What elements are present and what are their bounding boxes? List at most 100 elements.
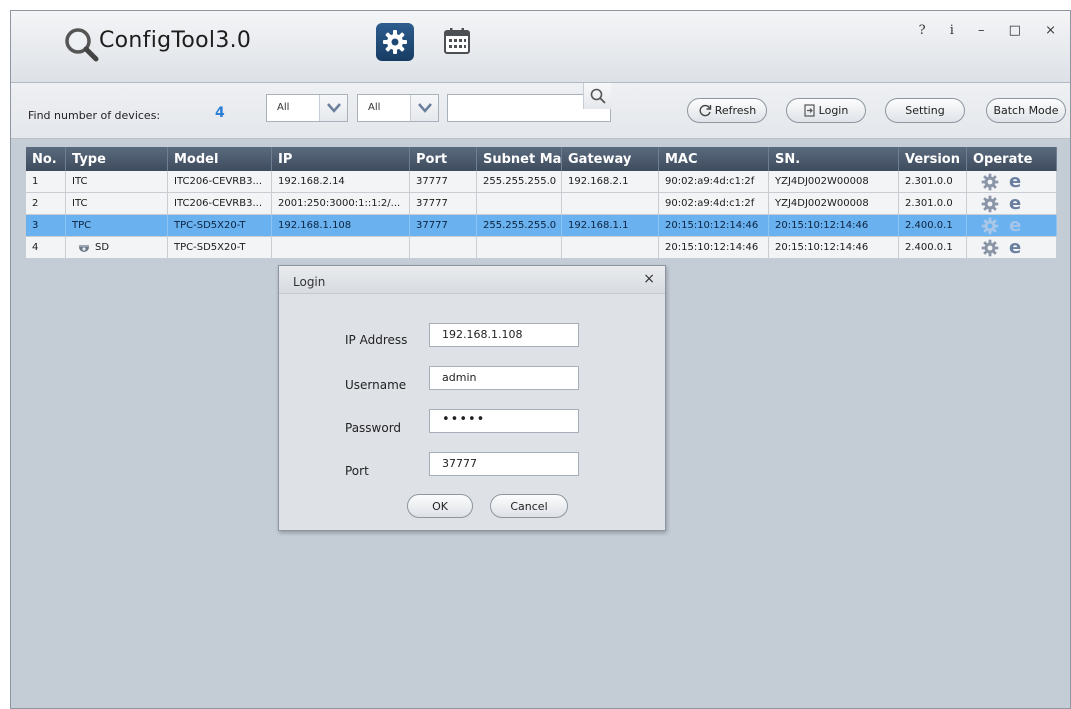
col-header-subnet-mask[interactable]: Subnet Mask xyxy=(477,147,562,171)
cell-port xyxy=(410,237,477,258)
cell-model: ITC206-CEVRB3... xyxy=(168,171,272,192)
filter-select-1-value: All xyxy=(277,102,290,113)
search-button[interactable] xyxy=(583,83,611,109)
login-button[interactable]: Login xyxy=(786,98,866,123)
calendar-icon[interactable] xyxy=(442,26,472,56)
col-header-gateway[interactable]: Gateway xyxy=(562,147,659,171)
table-row[interactable]: 2 ITC ITC206-CEVRB3... 2001:250:3000:1::… xyxy=(26,193,1057,215)
port-input[interactable]: 37777 xyxy=(429,452,579,476)
device-table-header: No. Type Model IP Port Subnet Mask Gatew… xyxy=(26,147,1057,171)
cell-version: 2.301.0.0 xyxy=(899,193,967,214)
cell-port: 37777 xyxy=(410,193,477,214)
col-header-port[interactable]: Port xyxy=(410,147,477,171)
browser-icon[interactable]: e xyxy=(1009,238,1021,257)
browser-icon[interactable]: e xyxy=(1009,194,1021,213)
cell-gateway xyxy=(562,193,659,214)
col-header-no[interactable]: No. xyxy=(26,147,66,171)
cell-mac: 20:15:10:12:14:46 xyxy=(659,237,769,258)
cell-operate: e xyxy=(967,215,1057,236)
cell-subnet-mask: 255.255.255.0 xyxy=(477,171,562,192)
gear-icon[interactable] xyxy=(981,173,999,191)
batch-mode-button[interactable]: Batch Mode xyxy=(986,98,1066,123)
col-header-ip[interactable]: IP xyxy=(272,147,410,171)
device-count-value: 4 xyxy=(215,105,225,121)
batch-mode-label: Batch Mode xyxy=(993,104,1059,117)
ip-address-label: IP Address xyxy=(345,333,408,347)
cell-version: 2.400.0.1 xyxy=(899,237,967,258)
setting-button[interactable]: Setting xyxy=(885,98,965,123)
cell-type: ITC xyxy=(66,193,168,214)
cell-mac: 90:02:a9:4d:c1:2f xyxy=(659,193,769,214)
col-header-version[interactable]: Version xyxy=(899,147,967,171)
cell-gateway: 192.168.1.1 xyxy=(562,215,659,236)
camera-dome-icon xyxy=(79,244,89,252)
cell-gateway xyxy=(562,237,659,258)
cell-sn: YZJ4DJ002W00008 xyxy=(769,171,899,192)
cell-operate: e xyxy=(967,171,1057,192)
browser-icon[interactable]: e xyxy=(1009,172,1021,191)
col-header-model[interactable]: Model xyxy=(168,147,272,171)
col-header-operate[interactable]: Operate xyxy=(967,147,1057,171)
username-input[interactable]: admin xyxy=(429,366,579,390)
cell-type-label: SD xyxy=(95,242,110,253)
refresh-button[interactable]: Refresh xyxy=(687,98,767,123)
ip-address-input[interactable]: 192.168.1.108 xyxy=(429,323,579,347)
filter-select-2[interactable]: All xyxy=(357,94,439,122)
window-controls[interactable]: ? i – □ × xyxy=(919,23,1066,38)
password-input[interactable]: ••••• xyxy=(429,409,579,433)
cancel-button[interactable]: Cancel xyxy=(490,494,568,518)
browser-icon[interactable]: e xyxy=(1009,216,1021,235)
config-tab[interactable] xyxy=(376,23,414,61)
cell-ip: 2001:250:3000:1::1:2/... xyxy=(272,193,410,214)
ok-button[interactable]: OK xyxy=(407,494,473,518)
login-label: Login xyxy=(818,104,849,117)
cell-subnet-mask xyxy=(477,237,562,258)
cell-no: 4 xyxy=(26,237,66,258)
col-header-type[interactable]: Type xyxy=(66,147,168,171)
app-window: ConfigTool3.0 ? i – □ × Find number of d… xyxy=(10,10,1071,709)
cell-model: ITC206-CEVRB3... xyxy=(168,193,272,214)
cell-version: 2.301.0.0 xyxy=(899,171,967,192)
cell-sn: YZJ4DJ002W00008 xyxy=(769,193,899,214)
login-dialog-titlebar[interactable]: Login × xyxy=(279,266,665,294)
password-label: Password xyxy=(345,421,402,435)
cell-sn: 20:15:10:12:14:46 xyxy=(769,237,899,258)
cell-operate: e xyxy=(967,193,1057,214)
table-row[interactable]: 3 TPC TPC-SD5X20-T 192.168.1.108 37777 2… xyxy=(26,215,1057,237)
port-label: Port xyxy=(345,464,369,478)
cell-ip: 192.168.2.14 xyxy=(272,171,410,192)
magnifier-logo-icon xyxy=(65,28,99,62)
gear-icon[interactable] xyxy=(981,195,999,213)
close-icon[interactable]: × xyxy=(643,271,655,287)
cell-sn: 20:15:10:12:14:46 xyxy=(769,215,899,236)
login-dialog: Login × IP Address 192.168.1.108 Usernam… xyxy=(278,265,666,531)
filter-select-1[interactable]: All xyxy=(266,94,348,122)
cell-model: TPC-SD5X20-T xyxy=(168,237,272,258)
cell-operate: e xyxy=(967,237,1057,258)
col-header-mac[interactable]: MAC xyxy=(659,147,769,171)
username-label: Username xyxy=(345,378,407,392)
cell-no: 2 xyxy=(26,193,66,214)
col-header-sn[interactable]: SN. xyxy=(769,147,899,171)
table-row[interactable]: 1 ITC ITC206-CEVRB3... 192.168.2.14 3777… xyxy=(26,171,1057,193)
cell-type: SD xyxy=(66,237,168,258)
chevron-down-icon[interactable] xyxy=(319,95,347,121)
cell-ip: 192.168.1.108 xyxy=(272,215,410,236)
filter-select-2-value: All xyxy=(368,102,381,113)
cell-mac: 90:02:a9:4d:c1:2f xyxy=(659,171,769,192)
gear-icon xyxy=(383,30,407,54)
cell-no: 3 xyxy=(26,215,66,236)
refresh-icon xyxy=(699,104,711,116)
search-icon xyxy=(590,88,606,104)
cell-port: 37777 xyxy=(410,171,477,192)
cell-port: 37777 xyxy=(410,215,477,236)
setting-label: Setting xyxy=(905,104,945,117)
gear-icon[interactable] xyxy=(981,239,999,257)
table-row[interactable]: 4 SD TPC-SD5X20-T 20:15:10:12:14:46 20:1… xyxy=(26,237,1057,259)
gear-icon[interactable] xyxy=(981,217,999,235)
cell-type: TPC xyxy=(66,215,168,236)
chevron-down-icon[interactable] xyxy=(410,95,438,121)
cell-mac: 20:15:10:12:14:46 xyxy=(659,215,769,236)
login-dialog-title: Login xyxy=(293,275,326,289)
cell-version: 2.400.0.1 xyxy=(899,215,967,236)
